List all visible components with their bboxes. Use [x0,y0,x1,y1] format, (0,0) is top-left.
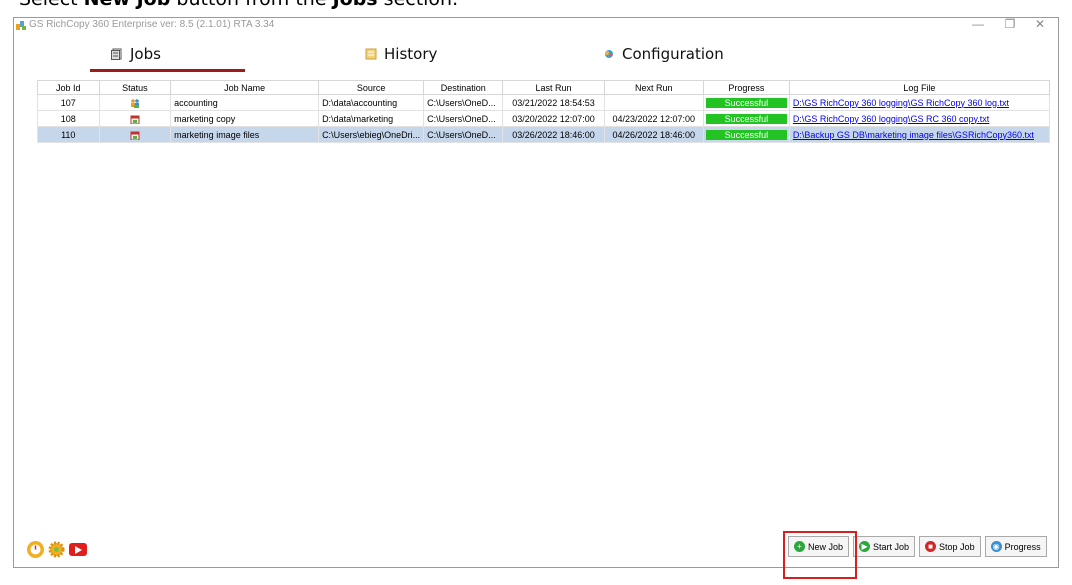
cell-job-name: marketing image files [170,126,320,143]
magnifier-icon: ◉ [990,541,1002,552]
cell-job-id: 110 [37,126,100,143]
cell-job-id: 108 [37,110,100,127]
cell-destination: C:\Users\OneD... [423,110,504,127]
start-job-label: Start Job [873,541,910,552]
cell-status [98,110,172,127]
col-header-progress[interactable]: Progress [702,80,790,95]
calendar-status-icon [130,115,140,124]
minimize-icon[interactable]: — [963,17,993,31]
cell-next-run [603,94,704,111]
cell-last-run: 03/20/2022 12:07:00 [502,110,605,127]
settings-gear-icon[interactable] [48,541,65,558]
progress-label: Progress [1004,541,1041,552]
play-icon: ▶ [859,541,871,552]
app-logo-icon [16,21,26,30]
col-header-source[interactable]: Source [318,80,425,95]
app-window: GS RichCopy 360 Enterprise ver: 8.5 (2.1… [13,17,1059,568]
progress-badge: Successful [705,97,787,108]
gauge-icon[interactable] [27,541,44,558]
tab-history[interactable]: History [365,40,437,68]
cell-destination: C:\Users\OneD... [423,94,504,111]
stop-job-label: Stop Job [939,541,975,552]
col-header-status[interactable]: Status [98,80,172,95]
tab-configuration[interactable]: Configuration [603,40,724,68]
cell-next-run: 04/23/2022 12:07:00 [603,110,704,127]
cell-log-file[interactable]: D:\GS RichCopy 360 logging\GS RC 360 cop… [788,110,1051,127]
log-file-link[interactable]: D:\GS RichCopy 360 logging\GS RC 360 cop… [793,114,989,124]
col-header-last-run[interactable]: Last Run [502,80,605,95]
col-header-job-name[interactable]: Job Name [170,80,320,95]
active-tab-underline [90,69,245,72]
restore-icon[interactable]: ❐ [995,17,1025,31]
title-bar: GS RichCopy 360 Enterprise ver: 8.5 (2.1… [14,17,1058,34]
cell-next-run: 04/26/2022 18:46:00 [603,126,704,143]
cell-last-run: 03/26/2022 18:46:00 [502,126,605,143]
tab-configuration-label: Configuration [622,45,724,63]
col-header-next-run[interactable]: Next Run [603,80,704,95]
close-icon[interactable]: ✕ [1025,17,1055,31]
youtube-icon[interactable] [69,543,87,556]
cell-source: C:\Users\ebieg\OneDri... [318,126,425,143]
progress-button[interactable]: ◉ Progress [984,536,1047,557]
jobs-icon [111,48,122,60]
cell-source: D:\data\accounting [318,94,425,111]
cell-destination: C:\Users\OneD... [423,126,504,143]
jobs-table: Job Id Status Job Name Source Destinatio… [37,80,1051,146]
cell-source: D:\data\marketing [318,110,425,127]
tab-jobs[interactable]: Jobs [111,40,161,68]
stop-job-button[interactable]: ■ Stop Job [919,536,981,557]
new-job-highlight-box [783,531,857,579]
progress-badge: Successful [705,113,787,124]
cell-last-run: 03/21/2022 18:54:53 [502,94,605,111]
log-file-link[interactable]: D:\Backup GS DB\marketing image files\GS… [793,130,1034,140]
cell-progress: Successful [702,94,790,111]
history-icon [365,48,377,60]
progress-badge: Successful [705,129,787,140]
cell-status [98,94,172,111]
window-title: GS RichCopy 360 Enterprise ver: 8.5 (2.1… [29,19,275,30]
cell-progress: Successful [702,126,790,143]
start-job-button[interactable]: ▶ Start Job [853,536,916,557]
table-header-row: Job Id Status Job Name Source Destinatio… [37,80,1051,95]
tab-history-label: History [384,45,438,63]
cell-log-file[interactable]: D:\GS RichCopy 360 logging\GS RichCopy 3… [788,94,1051,111]
configuration-icon [605,50,613,58]
cell-status [98,126,172,143]
tab-jobs-label: Jobs [130,45,161,63]
calendar-status-icon [130,131,140,140]
cell-job-name: accounting [170,94,320,111]
col-header-destination[interactable]: Destination [423,80,504,95]
stop-icon: ■ [925,541,937,552]
cell-log-file[interactable]: D:\Backup GS DB\marketing image files\GS… [788,126,1051,143]
instruction-caption: Select New Job button from the Jobs sect… [19,0,458,10]
main-tabs: Jobs History Configuration [14,38,1058,72]
log-file-link[interactable]: D:\GS RichCopy 360 logging\GS RichCopy 3… [793,98,1009,108]
col-header-log-file[interactable]: Log File [788,80,1051,95]
users-status-icon [130,98,139,108]
table-row[interactable]: 108 marketing copy D:\data\marketing C:\… [37,110,1051,127]
cell-job-id: 107 [37,94,100,111]
cell-progress: Successful [702,110,790,127]
bottom-left-icons [27,541,87,558]
table-row[interactable]: 107 accounting D:\data\accounting C:\Use… [37,94,1051,111]
table-row[interactable]: 110 marketing image files C:\Users\ebieg… [37,126,1051,143]
col-header-job-id[interactable]: Job Id [37,80,100,95]
cell-job-name: marketing copy [170,110,320,127]
